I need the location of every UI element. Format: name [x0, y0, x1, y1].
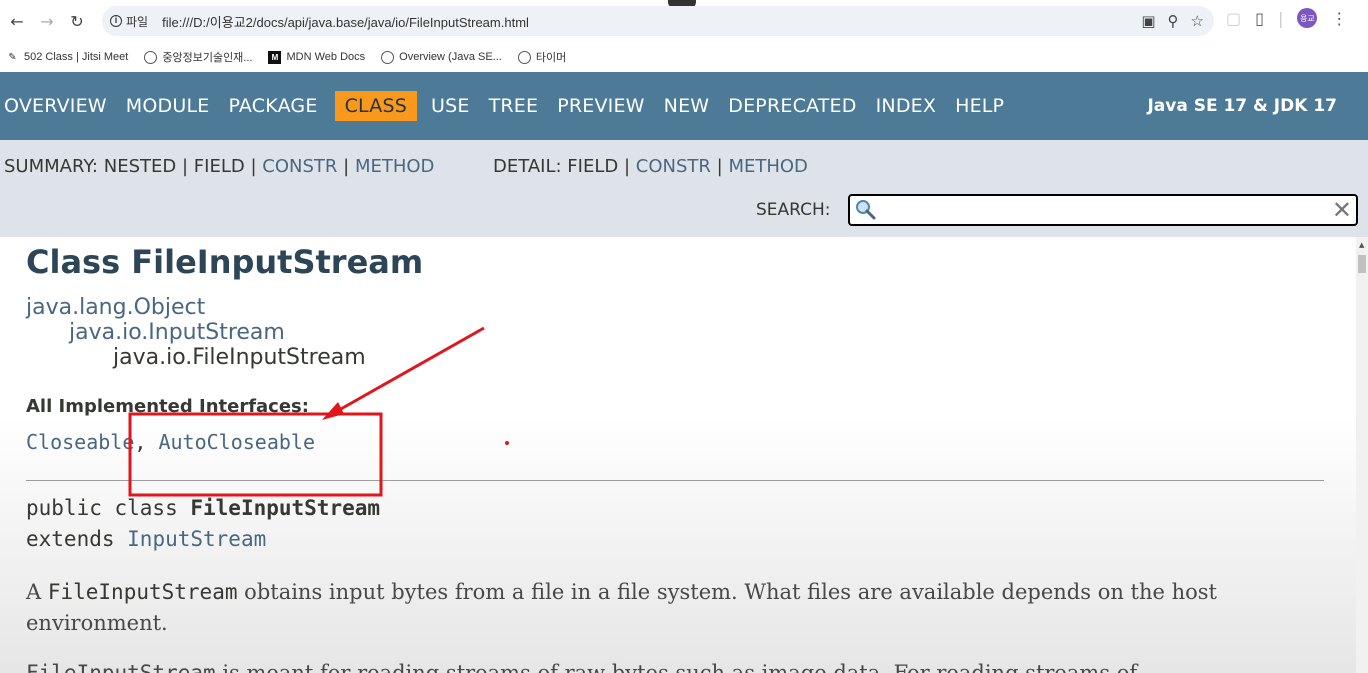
annotation-arrow — [331, 326, 485, 416]
highlight-box — [128, 412, 383, 497]
annotation-arrowhead — [322, 402, 344, 420]
annotation-dot — [505, 441, 509, 445]
annotation-overlay — [128, 326, 509, 497]
